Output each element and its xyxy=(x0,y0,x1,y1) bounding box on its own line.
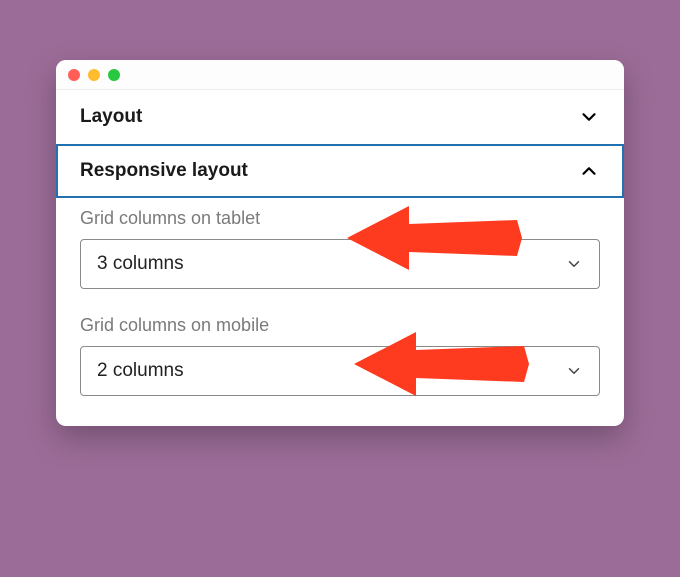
chevron-down-icon xyxy=(565,362,583,380)
select-tablet-value: 3 columns xyxy=(97,253,184,275)
settings-window: Layout Responsive layout Grid columns on… xyxy=(56,60,624,426)
select-mobile-columns[interactable]: 2 columns xyxy=(80,346,600,396)
window-titlebar xyxy=(56,60,624,90)
accordion-layout[interactable]: Layout xyxy=(56,90,624,144)
accordion-responsive-layout[interactable]: Responsive layout xyxy=(56,144,624,198)
zoom-icon[interactable] xyxy=(108,69,120,81)
field-mobile-columns: Grid columns on mobile 2 columns xyxy=(56,289,624,396)
field-tablet-columns: Grid columns on tablet 3 columns xyxy=(56,198,624,289)
field-mobile-label: Grid columns on mobile xyxy=(80,315,600,336)
panel-body: Layout Responsive layout Grid columns on… xyxy=(56,90,624,426)
minimize-icon[interactable] xyxy=(88,69,100,81)
select-tablet-columns[interactable]: 3 columns xyxy=(80,239,600,289)
field-tablet-label: Grid columns on tablet xyxy=(80,208,600,229)
select-mobile-value: 2 columns xyxy=(97,360,184,382)
accordion-responsive-label: Responsive layout xyxy=(80,160,248,182)
chevron-up-icon xyxy=(578,160,600,182)
chevron-down-icon xyxy=(578,106,600,128)
chevron-down-icon xyxy=(565,255,583,273)
close-icon[interactable] xyxy=(68,69,80,81)
accordion-layout-label: Layout xyxy=(80,106,142,128)
